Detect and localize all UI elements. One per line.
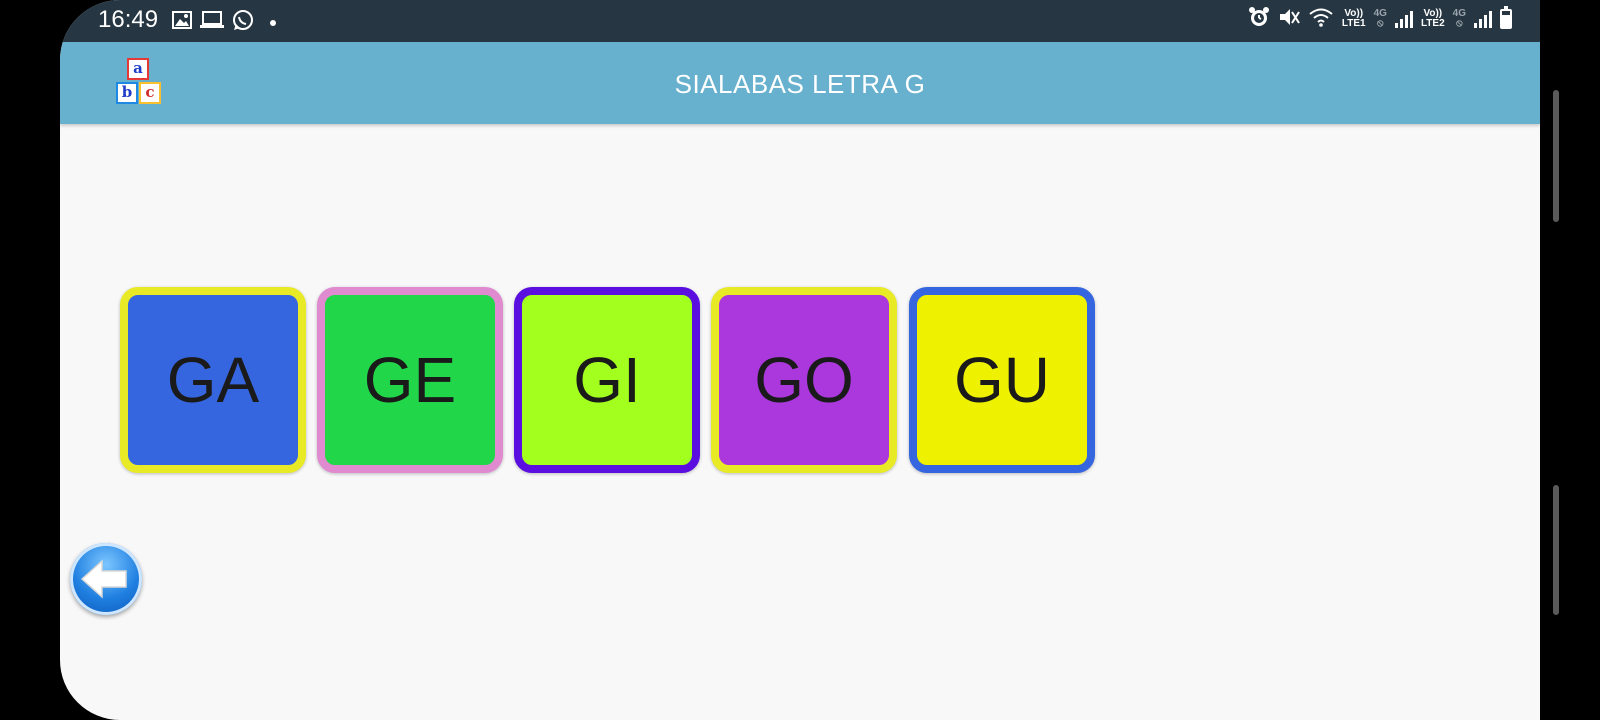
sim1-network: 4G <box>1373 7 1387 19</box>
back-button[interactable] <box>70 543 142 615</box>
wifi-icon <box>1308 7 1334 30</box>
alarm-icon <box>1248 6 1270 31</box>
app-bar: a b c SIALABAS LETRA G <box>60 42 1540 124</box>
sim2-signal-icon <box>1474 10 1492 28</box>
sim1-label-top: Vo)) <box>1344 7 1364 19</box>
sim2-no-data-icon: ⦸ <box>1456 17 1463 29</box>
sim1-volte-label: Vo)) LTE1 <box>1341 7 1366 29</box>
laptop-icon <box>200 11 224 34</box>
battery-icon <box>1500 5 1512 29</box>
sim2-network: 4G <box>1452 7 1466 19</box>
syllable-tile-go[interactable]: GO <box>711 287 897 473</box>
status-system-icons: Vo)) LTE1 4G ⦸ Vo)) LTE2 4G ⦸ <box>1248 5 1512 31</box>
sim2-label-bottom: LTE2 <box>1420 17 1445 29</box>
sim1-signal-icon <box>1394 10 1413 28</box>
scroll-indicator-bottom <box>1553 485 1559 615</box>
status-notification-icons <box>172 9 276 36</box>
whatsapp-icon <box>232 9 254 36</box>
syllable-tile-ga[interactable]: GA <box>120 287 306 473</box>
image-icon <box>172 11 192 34</box>
status-bar: 16:49 Vo)) LTE1 4G ⦸ Vo)) LTE2 4G ⦸ <box>60 0 1540 42</box>
page-title: SIALABAS LETRA G <box>674 69 926 99</box>
battery-level <box>1502 15 1510 27</box>
syllable-tile-gu[interactable]: GU <box>909 287 1095 473</box>
syllable-tile-ge[interactable]: GE <box>317 287 503 473</box>
phone-screen: 16:49 Vo)) LTE1 4G ⦸ Vo)) LTE2 4G ⦸ a b … <box>60 0 1540 720</box>
sim1-label-bottom: LTE1 <box>1341 17 1366 29</box>
scroll-indicator-top <box>1553 90 1559 222</box>
status-time: 16:49 <box>98 6 159 33</box>
sim1-no-data-icon: ⦸ <box>1377 17 1384 29</box>
more-notifications-dot <box>270 19 276 26</box>
back-arrow-icon <box>80 559 127 599</box>
sim1-network-label: 4G ⦸ <box>1373 7 1387 29</box>
mute-icon <box>1278 6 1300 31</box>
sim2-label-top: Vo)) <box>1423 7 1443 19</box>
syllable-tile-gi[interactable]: GI <box>514 287 700 473</box>
sim2-network-label: 4G ⦸ <box>1452 7 1466 29</box>
sim2-volte-label: Vo)) LTE2 <box>1420 7 1445 29</box>
